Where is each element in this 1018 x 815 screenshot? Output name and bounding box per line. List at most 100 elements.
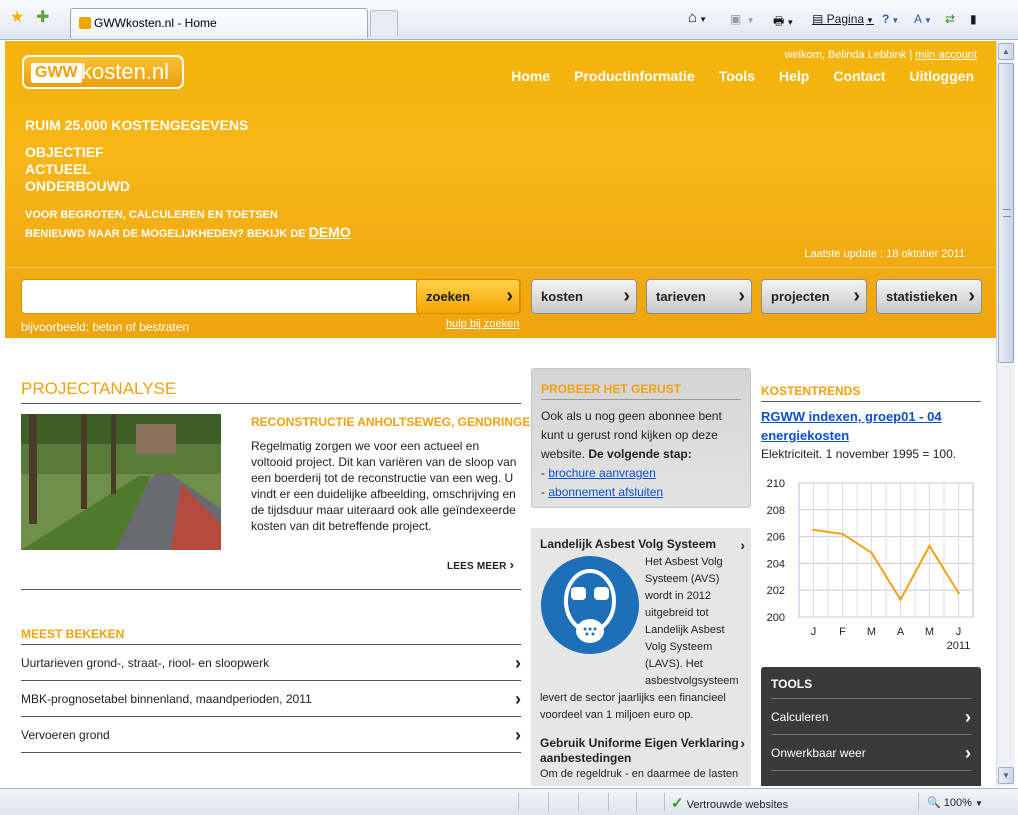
chevron-right-icon: › xyxy=(515,725,521,745)
project-photo xyxy=(21,414,221,550)
project-title[interactable]: RECONSTRUCTIE ANHOLTSEWEG, GENDRINGEN xyxy=(251,415,539,429)
trend-chart: 210 208 206 204 202 200 J F M A M J 2011 xyxy=(767,478,974,652)
status-divider xyxy=(578,793,579,811)
nav-contact[interactable]: Contact xyxy=(833,68,885,84)
trends-caption: Elektriciteit. 1 november 1995 = 100. xyxy=(761,447,957,461)
y-tick-label: 202 xyxy=(767,585,785,597)
data-point xyxy=(812,528,815,532)
data-point xyxy=(870,551,873,554)
check-icon: ✓ xyxy=(671,795,684,812)
print-icon[interactable]: 🖶 ▼ xyxy=(773,12,794,33)
y-tick-label: 206 xyxy=(767,532,785,544)
y-tick-label: 200 xyxy=(767,612,785,624)
search-example: bijvoorbeeld: beton of bestraten xyxy=(21,320,190,334)
x-tick-label: M xyxy=(925,626,934,638)
tools-panel: TOOLS Calculeren › Onwerkbaar weer › xyxy=(761,667,981,786)
project-rule xyxy=(21,403,521,404)
news-panel: Landelijk Asbest Volg Systeem › Het Asbes… xyxy=(531,528,751,786)
news-item-title[interactable]: Gebruik Uniforme Eigen Verklaring aanbes… xyxy=(540,736,745,766)
vertical-scrollbar[interactable]: ▲ ▼ xyxy=(996,41,1015,786)
search-help-link[interactable]: hulp bij zoeken xyxy=(446,318,519,330)
demo-link[interactable]: DEMO xyxy=(309,224,351,240)
brochure-link[interactable]: brochure aanvragen xyxy=(548,466,655,480)
news-item-title[interactable]: Landelijk Asbest Volg Systeem › xyxy=(540,537,745,553)
trends-rule xyxy=(761,401,981,402)
research-icon[interactable]: ⇄ xyxy=(945,12,955,26)
search-button-label: zoeken xyxy=(426,289,471,304)
chevron-right-icon: › xyxy=(853,285,860,307)
category-tarieven-button[interactable]: tarieven › xyxy=(646,279,752,314)
page-menu[interactable]: ▤ Pagina ▼ xyxy=(812,12,874,26)
status-divider xyxy=(548,793,549,811)
chevron-right-icon: › xyxy=(738,285,745,307)
page-menu-label: Pagina xyxy=(826,12,865,26)
hero-word-2: ACTUEEL xyxy=(25,161,92,177)
tools-icon[interactable]: ▮ xyxy=(970,12,977,26)
chevron-right-icon: › xyxy=(623,285,630,307)
add-favorites-icon[interactable]: ✚ xyxy=(36,10,49,26)
x-tick-label: A xyxy=(897,626,905,638)
tool-label: Onwerkbaar weer xyxy=(771,746,866,760)
chevron-right-icon: › xyxy=(509,557,515,572)
zoom-label: 100% xyxy=(943,797,972,809)
nav-productinformatie[interactable]: Productinformatie xyxy=(574,68,695,84)
tools-title: TOOLS xyxy=(771,677,813,691)
tool-onwerkbaar-weer[interactable]: Onwerkbaar weer › xyxy=(771,734,971,770)
chevron-right-icon: › xyxy=(515,689,521,709)
tools-bottom-rule xyxy=(771,770,971,771)
tool-calculeren[interactable]: Calculeren › xyxy=(771,698,971,734)
subscription-link[interactable]: abonnement afsluiten xyxy=(548,485,663,499)
security-zone-label: Vertrouwde websites xyxy=(686,799,789,811)
x-tick-label: M xyxy=(867,626,876,638)
y-tick-label: 208 xyxy=(767,505,785,517)
category-label: statistieken xyxy=(886,289,958,304)
most-viewed-label: Vervoeren grond xyxy=(21,728,110,742)
hero-line-2-text: BENIEUWD NAAR DE MOGELIJKHEDEN? BEKIJK D… xyxy=(25,228,306,240)
project-body: Regelmatig zorgen we voor een actueel en… xyxy=(251,439,517,533)
most-viewed-item[interactable]: Vervoeren grond › xyxy=(21,717,521,753)
text-size-icon[interactable]: A ▼ xyxy=(914,12,932,26)
read-more-link[interactable]: LEES MEER › xyxy=(447,557,514,572)
nav-home[interactable]: Home xyxy=(511,68,550,84)
home-icon[interactable]: ⌂ ▼ xyxy=(688,9,707,26)
chevron-right-icon: › xyxy=(965,707,971,727)
nav-help[interactable]: Help xyxy=(779,68,809,84)
nav-uitloggen[interactable]: Uitloggen xyxy=(909,68,974,84)
hero-headline: RUIM 25.000 KOSTENGEGEVENS xyxy=(25,117,249,133)
news-item-body: Het Asbest Volg Systeem (AVS) wordt in 2… xyxy=(540,554,745,724)
help-icon[interactable]: ? ▼ xyxy=(882,12,899,26)
my-account-link[interactable]: mijn account xyxy=(915,49,977,61)
browser-toolbar: ★ ✚ GWWkosten.nl - Home ⌂ ▼ ▣ ▼ 🖶 ▼ ▤ Pagi… xyxy=(0,0,1018,40)
category-label: tarieven xyxy=(656,289,706,304)
hero-line-2: BENIEUWD NAAR DE MOGELIJKHEDEN? BEKIJK D… xyxy=(25,224,351,240)
feeds-icon[interactable]: ▣ ▼ xyxy=(730,12,755,26)
trends-link[interactable]: RGWW indexen, groep01 - 04 energiekosten xyxy=(761,407,971,445)
category-kosten-button[interactable]: kosten › xyxy=(531,279,637,314)
most-viewed-title: MEEST BEKEKEN xyxy=(21,627,125,641)
search-button[interactable]: zoeken › xyxy=(416,279,520,314)
main-nav: Home Productinformatie Tools Help Contac… xyxy=(511,68,974,84)
tool-label: Calculeren xyxy=(771,710,829,724)
site-logo[interactable]: GWW kosten.nl xyxy=(22,55,184,89)
browser-tab[interactable]: GWWkosten.nl - Home xyxy=(70,8,368,38)
welcome-text: welkom, Belinda Lebbink | mijn account xyxy=(785,49,977,61)
most-viewed-item[interactable]: MBK-prognosetabel binnenland, maandperio… xyxy=(21,681,521,717)
y-tick-label: 204 xyxy=(767,558,785,570)
scroll-thumb[interactable] xyxy=(998,63,1014,363)
scroll-down-icon[interactable]: ▼ xyxy=(998,767,1014,784)
data-point xyxy=(899,598,902,601)
category-projecten-button[interactable]: projecten › xyxy=(761,279,867,314)
zoom-control[interactable]: 🔍 100% ▼ xyxy=(918,793,1018,811)
trial-title: PROBEER HET GERUST xyxy=(541,382,682,396)
security-zone[interactable]: ✓ Vertrouwde websites xyxy=(664,793,789,812)
nav-tools[interactable]: Tools xyxy=(719,68,755,84)
most-viewed-item[interactable]: Uurtarieven grond-, straat-, riool- en s… xyxy=(21,645,521,681)
category-statistieken-button[interactable]: statistieken › xyxy=(876,279,982,314)
new-tab-button[interactable] xyxy=(370,10,398,36)
scroll-up-icon[interactable]: ▲ xyxy=(998,43,1014,60)
x-tick-label: J xyxy=(956,626,962,638)
x-axis-label: 2011 xyxy=(947,640,971,652)
favorites-star-icon[interactable]: ★ xyxy=(10,10,24,26)
hero-word-3: ONDERBOUWD xyxy=(25,178,130,194)
hero-divider xyxy=(5,267,996,268)
